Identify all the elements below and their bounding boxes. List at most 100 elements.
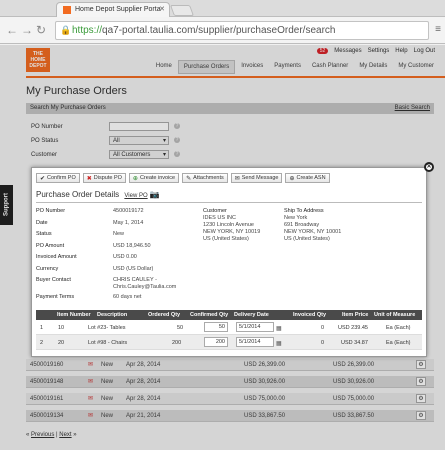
ship-to-line: US (United States) bbox=[284, 236, 330, 242]
reload-icon[interactable]: ↻ bbox=[36, 23, 46, 37]
modal-toolbar: ✔ Confirm PO ✖ Dispute PO ⊕ Create invoice … bbox=[36, 173, 330, 183]
calendar-icon[interactable]: ▦ bbox=[276, 340, 282, 347]
camera-icon[interactable]: 📷 bbox=[150, 190, 160, 199]
item-price-cell: USD 34.87 bbox=[341, 340, 368, 346]
table-row: 1 10 Lot #23- Tables 50 50 5/1/2014 ▦ 0 … bbox=[36, 320, 422, 335]
confirm-po-label: Confirm PO bbox=[47, 175, 76, 181]
ship-to-line: NEW YORK, NY 10001 bbox=[284, 229, 342, 235]
send-message-label: Send Message bbox=[241, 175, 279, 181]
buyer-email[interactable]: Chris.Cauley@Taulia.com bbox=[113, 284, 176, 290]
customer-line: US (United States) bbox=[203, 236, 249, 242]
po-details-modal: ✔ Confirm PO ✖ Dispute PO ⊕ Create invoice … bbox=[31, 167, 427, 357]
back-arrow-icon[interactable]: ← bbox=[6, 23, 18, 37]
item-number-cell: 20 bbox=[58, 340, 65, 346]
row-index: 2 bbox=[40, 340, 44, 346]
invoiced-qty-cell: 0 bbox=[321, 325, 325, 331]
field-label: PO Amount bbox=[36, 243, 65, 249]
customer-heading: Customer bbox=[203, 208, 227, 214]
field-label: Invoiced Amount bbox=[36, 254, 77, 260]
paperclip-icon: ✎ bbox=[186, 175, 192, 182]
uom-cell: Ea (Each) bbox=[386, 325, 411, 331]
field-value: 4500019172 bbox=[113, 208, 144, 214]
field-label: Buyer Contact bbox=[36, 277, 71, 283]
field-value: New bbox=[113, 231, 125, 237]
close-icon[interactable]: ✕ bbox=[424, 162, 434, 172]
calendar-icon[interactable]: ▦ bbox=[276, 325, 282, 332]
delivery-date-input[interactable]: 5/1/2014 bbox=[236, 322, 274, 332]
create-invoice-label: Create invoice bbox=[139, 175, 176, 181]
view-po-link[interactable]: View PO bbox=[124, 193, 147, 199]
attachments-label: Attachments bbox=[193, 175, 224, 181]
plus-circle-icon: ⊕ bbox=[132, 175, 138, 182]
favicon-icon bbox=[63, 6, 71, 14]
description-cell: Lot #98 - Chairs bbox=[88, 340, 128, 346]
line-items-table: Item Number Description Ordered Qty Conf… bbox=[36, 310, 422, 350]
field-value: 60 days net bbox=[113, 294, 142, 300]
col-description: Description bbox=[97, 312, 128, 318]
browser-menu-icon[interactable]: ≡ bbox=[435, 24, 441, 35]
send-message-button[interactable]: ✉ Send Message bbox=[230, 173, 283, 183]
close-tab-icon[interactable]: ✕ bbox=[159, 5, 165, 13]
new-tab-button[interactable] bbox=[169, 5, 195, 16]
table-header: Item Number Description Ordered Qty Conf… bbox=[36, 310, 422, 320]
plus-icon: ⊕ bbox=[289, 175, 295, 182]
item-price-cell: USD 239.45 bbox=[338, 325, 368, 331]
confirmed-qty-input[interactable]: 50 bbox=[204, 322, 228, 332]
invoiced-qty-cell: 0 bbox=[321, 340, 325, 346]
url-field[interactable]: 🔒 https://qa7-portal.taulia.com/supplier… bbox=[55, 21, 429, 40]
message-icon: ✉ bbox=[234, 175, 240, 182]
customer-line: NEW YORK, NY 10019 bbox=[203, 229, 261, 235]
address-bar-area: ← → ↻ 🔒 https://qa7-portal.taulia.com/su… bbox=[0, 17, 445, 44]
field-label: Status bbox=[36, 231, 52, 237]
create-asn-button[interactable]: ⊕ Create ASN bbox=[285, 173, 330, 183]
forward-arrow-icon[interactable]: → bbox=[21, 23, 33, 37]
dispute-po-label: Dispute PO bbox=[93, 175, 122, 181]
create-asn-label: Create ASN bbox=[296, 175, 326, 181]
col-confirmed-qty: Confirmed Qty bbox=[190, 312, 229, 318]
url-path: qa7-portal.taulia.com/supplier/purchaseO… bbox=[102, 25, 336, 36]
uom-cell: Ea (Each) bbox=[386, 340, 411, 346]
divider bbox=[36, 202, 422, 203]
field-value: USD 0.00 bbox=[113, 254, 137, 260]
dispute-po-button[interactable]: ✖ Dispute PO bbox=[82, 173, 126, 183]
field-label: Payment Terms bbox=[36, 294, 75, 300]
ordered-qty-cell: 50 bbox=[177, 325, 184, 331]
field-value: May 1, 2014 bbox=[113, 220, 144, 226]
col-item-number: Item Number bbox=[57, 312, 91, 318]
col-unit-of-measure: Unit of Measure bbox=[374, 312, 416, 318]
item-number-cell: 10 bbox=[58, 325, 65, 331]
tab-title: Home Depot Supplier Porta bbox=[75, 6, 161, 13]
field-value: CHRIS CAULEY - bbox=[113, 277, 157, 283]
browser-tab[interactable]: Home Depot Supplier Porta ✕ bbox=[56, 2, 170, 17]
details-heading: Purchase Order Details View PO 📷 bbox=[36, 190, 160, 199]
description-cell: Lot #23- Tables bbox=[88, 325, 126, 331]
ship-to-line: 691 Broadway bbox=[284, 222, 320, 228]
ship-to-line: New York bbox=[284, 215, 308, 221]
x-icon: ✖ bbox=[86, 175, 92, 182]
col-ordered-qty: Ordered Qty bbox=[148, 312, 181, 318]
delivery-date-input[interactable]: 5/1/2014 bbox=[236, 337, 274, 347]
ship-to-heading: Ship To Address bbox=[284, 208, 324, 214]
attachments-button[interactable]: ✎ Attachments bbox=[182, 173, 228, 183]
table-row: 2 20 Lot #98 - Chairs 200 200 5/1/2014 ▦… bbox=[36, 335, 422, 350]
col-invoiced-qty: Invoiced Qty bbox=[293, 312, 327, 318]
ordered-qty-cell: 200 bbox=[172, 340, 182, 346]
col-delivery-date: Delivery Date bbox=[234, 312, 269, 318]
details-title: Purchase Order Details bbox=[36, 190, 120, 199]
customer-line: IDES US INC bbox=[203, 215, 237, 221]
url-scheme: https:// bbox=[72, 25, 103, 36]
field-label: PO Number bbox=[36, 208, 66, 214]
customer-line: 1230 Lincoln Avenue bbox=[203, 222, 254, 228]
browser-tabbar: Home Depot Supplier Porta ✕ bbox=[0, 0, 445, 17]
field-value: USD (US Dollar) bbox=[113, 266, 154, 272]
create-invoice-button[interactable]: ⊕ Create invoice bbox=[128, 173, 180, 183]
confirm-po-button[interactable]: ✔ Confirm PO bbox=[36, 173, 80, 183]
check-icon: ✔ bbox=[40, 175, 46, 182]
confirmed-qty-input[interactable]: 200 bbox=[204, 337, 228, 347]
field-label: Date bbox=[36, 220, 48, 226]
lock-icon: 🔒 bbox=[60, 25, 72, 35]
row-index: 1 bbox=[40, 325, 44, 331]
field-label: Currency bbox=[36, 266, 59, 272]
col-item-price: Item Price bbox=[342, 312, 369, 318]
field-value: USD 18,946.50 bbox=[113, 243, 151, 249]
